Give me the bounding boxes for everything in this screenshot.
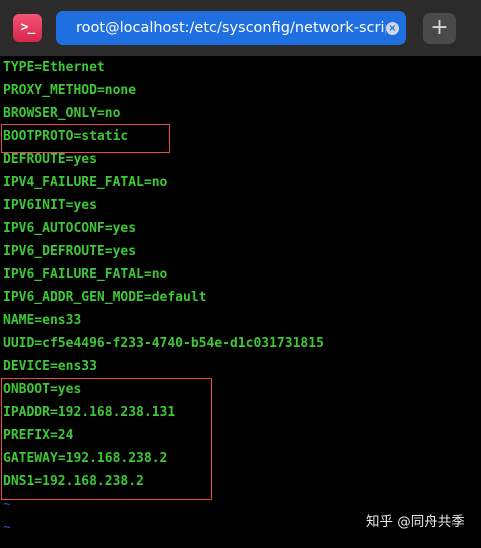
config-line: IPV6_FAILURE_FATAL=no: [3, 267, 168, 282]
tab-terminal[interactable]: root@localhost:/etc/sysconfig/network-sc…: [56, 11, 406, 45]
config-line: NAME=ens33: [3, 313, 82, 328]
config-line: IPV6INIT=yes: [3, 198, 97, 213]
watermark: 知乎 @同舟共季: [366, 514, 465, 530]
config-line: UUID=cf5e4496-f233-4740-b54e-d1c03173181…: [3, 336, 324, 351]
config-line: IPV4_FAILURE_FATAL=no: [3, 175, 168, 190]
config-line: IPV6_ADDR_GEN_MODE=default: [3, 290, 207, 305]
empty-line-tilde: ~: [3, 520, 11, 535]
bootproto-highlight-box: [1, 124, 170, 153]
config-line: IPV6_DEFROUTE=yes: [3, 244, 137, 259]
tab-title: root@localhost:/etc/sysconfig/network-sc…: [76, 20, 386, 36]
config-line: DEVICE=ens33: [3, 359, 97, 374]
new-tab-button[interactable]: +: [423, 13, 456, 44]
title-bar: >_ root@localhost:/etc/sysconfig/network…: [0, 0, 481, 56]
config-line: PROXY_METHOD=none: [3, 83, 137, 98]
config-line: TYPE=Ethernet: [3, 60, 105, 75]
terminal-app-icon[interactable]: >_: [13, 14, 42, 42]
config-line: BROWSER_ONLY=no: [3, 106, 121, 121]
close-icon[interactable]: ×: [386, 22, 399, 35]
static-ip-highlight-box: [1, 378, 212, 500]
config-line: IPV6_AUTOCONF=yes: [3, 221, 137, 236]
